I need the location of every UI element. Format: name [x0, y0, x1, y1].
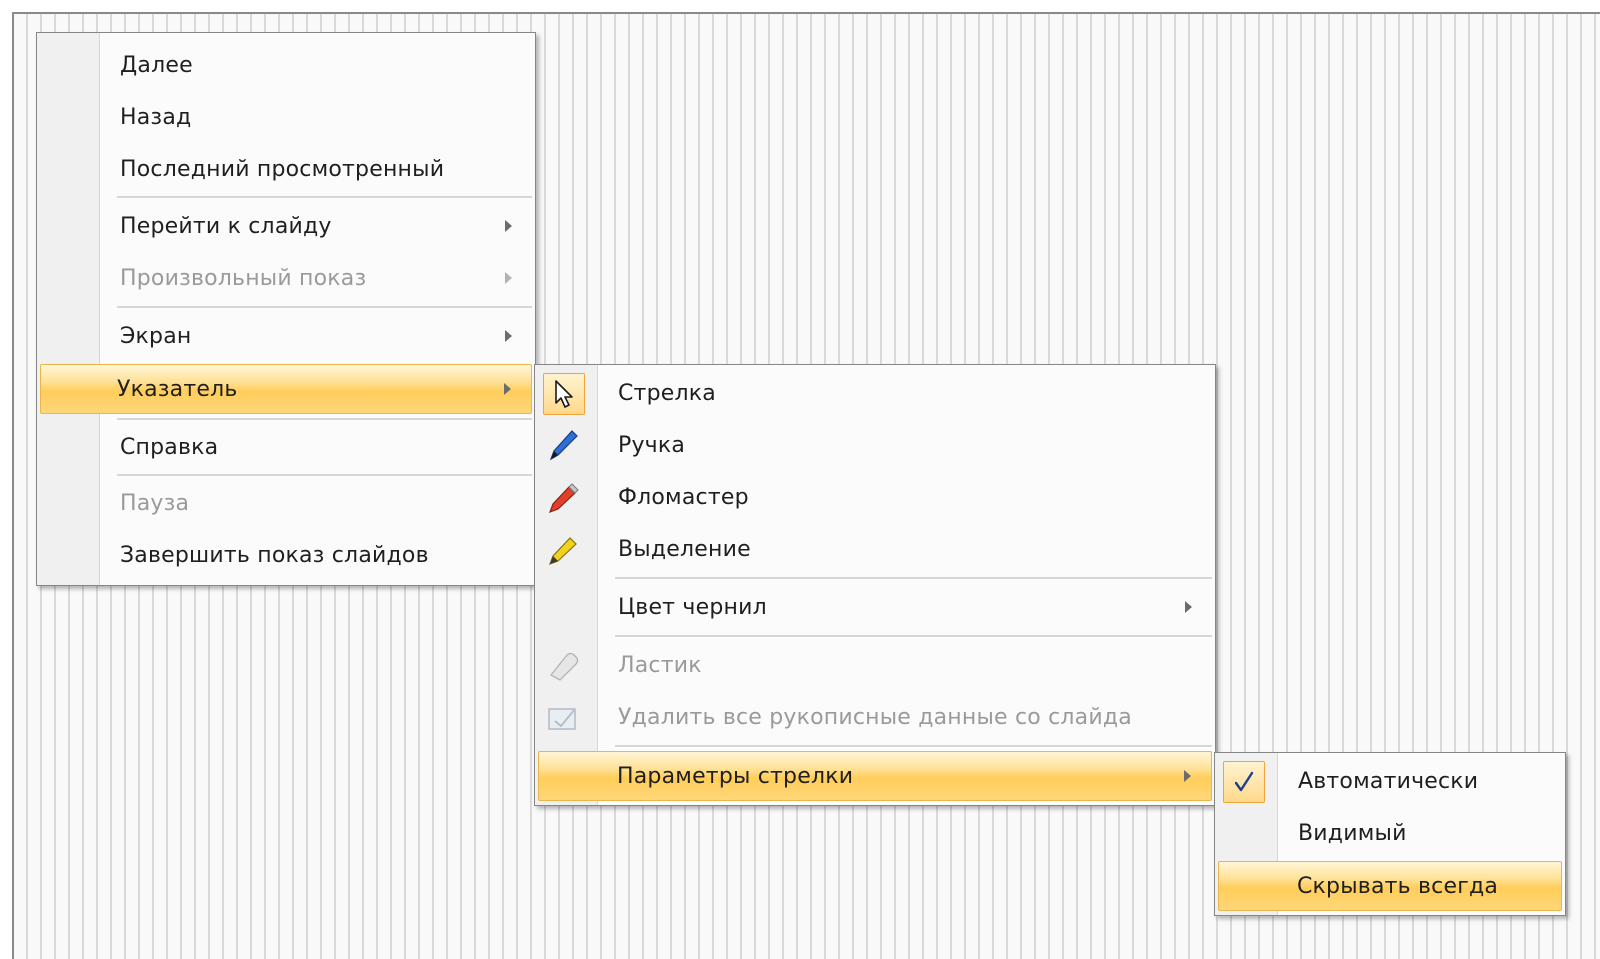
menu-item-label: Выделение	[618, 536, 751, 562]
menu-item-label: Назад	[120, 104, 192, 130]
menu-item-label: Справка	[120, 434, 219, 460]
slideshow-context-menu: Далее Назад Последний просмотренный Пере…	[36, 32, 536, 586]
menu-item-label: Цвет чернил	[618, 594, 767, 620]
menu-separator	[117, 306, 532, 309]
menu-item-eraser: Ластик	[538, 641, 1212, 689]
menu-item-next[interactable]: Далее	[40, 41, 532, 89]
menu-item-label: Указатель	[117, 376, 238, 402]
menu-item-label: Экран	[120, 323, 192, 349]
menu-item-label: Ручка	[618, 432, 686, 458]
menu-item-ink-color[interactable]: Цвет чернил	[538, 583, 1212, 631]
felt-tip-pen-icon	[543, 477, 583, 517]
menu-item-visible[interactable]: Видимый	[1218, 809, 1562, 857]
menu-item-highlighter[interactable]: Выделение	[538, 525, 1212, 573]
arrow-options-submenu: Автоматически Видимый Скрывать всегда	[1214, 752, 1566, 916]
menu-item-end-show[interactable]: Завершить показ слайдов	[40, 531, 532, 579]
menu-item-label: Фломастер	[618, 484, 749, 510]
menu-item-arrow-options[interactable]: Параметры стрелки	[538, 751, 1212, 801]
menu-item-label: Завершить показ слайдов	[120, 542, 429, 568]
pointer-submenu: Стрелка Ручка Фломастер Выделение Цвет ч…	[534, 364, 1216, 806]
submenu-arrow-icon	[1184, 770, 1191, 782]
menu-item-felt-tip-pen[interactable]: Фломастер	[538, 473, 1212, 521]
menu-separator	[117, 196, 532, 199]
menu-item-label: Стрелка	[618, 380, 716, 406]
menu-item-label: Ластик	[618, 652, 702, 678]
menu-item-label: Параметры стрелки	[617, 763, 854, 789]
menu-item-always-hidden[interactable]: Скрывать всегда	[1218, 861, 1562, 911]
menu-separator	[615, 577, 1212, 580]
menu-item-pointer-options[interactable]: Указатель	[40, 364, 532, 414]
submenu-arrow-icon	[505, 272, 512, 284]
menu-item-erase-all-ink: Удалить все рукописные данные со слайда	[538, 693, 1212, 741]
submenu-arrow-icon	[505, 220, 512, 232]
menu-item-label: Произвольный показ	[120, 265, 367, 291]
menu-item-automatic[interactable]: Автоматически	[1218, 757, 1562, 805]
menu-item-label: Скрывать всегда	[1297, 873, 1499, 899]
menu-item-label: Последний просмотренный	[120, 156, 445, 182]
highlighter-icon	[543, 529, 583, 569]
checkmark-icon	[1223, 761, 1265, 803]
eraser-icon	[543, 645, 583, 685]
menu-item-go-to-slide[interactable]: Перейти к слайду	[40, 202, 532, 250]
submenu-arrow-icon	[505, 330, 512, 342]
submenu-arrow-icon	[1185, 601, 1192, 613]
menu-separator	[615, 745, 1212, 748]
menu-item-previous[interactable]: Назад	[40, 93, 532, 141]
menu-separator	[117, 418, 532, 421]
menu-item-label: Видимый	[1298, 820, 1407, 846]
menu-item-custom-show: Произвольный показ	[40, 254, 532, 302]
menu-item-label: Автоматически	[1298, 768, 1479, 794]
menu-item-label: Пауза	[120, 490, 190, 516]
menu-item-last-viewed[interactable]: Последний просмотренный	[40, 145, 532, 193]
menu-item-arrow[interactable]: Стрелка	[538, 369, 1212, 417]
menu-separator	[615, 635, 1212, 638]
menu-item-label: Перейти к слайду	[120, 213, 332, 239]
menu-item-label: Удалить все рукописные данные со слайда	[618, 704, 1132, 730]
menu-item-pause: Пауза	[40, 479, 532, 527]
arrow-cursor-icon	[543, 373, 585, 415]
erase-all-icon	[543, 697, 583, 737]
menu-item-help[interactable]: Справка	[40, 423, 532, 471]
menu-item-pen[interactable]: Ручка	[538, 421, 1212, 469]
pen-icon	[543, 425, 583, 465]
menu-item-label: Далее	[120, 52, 193, 78]
menu-item-screen[interactable]: Экран	[40, 312, 532, 360]
menu-separator	[117, 474, 532, 477]
submenu-arrow-icon	[504, 383, 511, 395]
